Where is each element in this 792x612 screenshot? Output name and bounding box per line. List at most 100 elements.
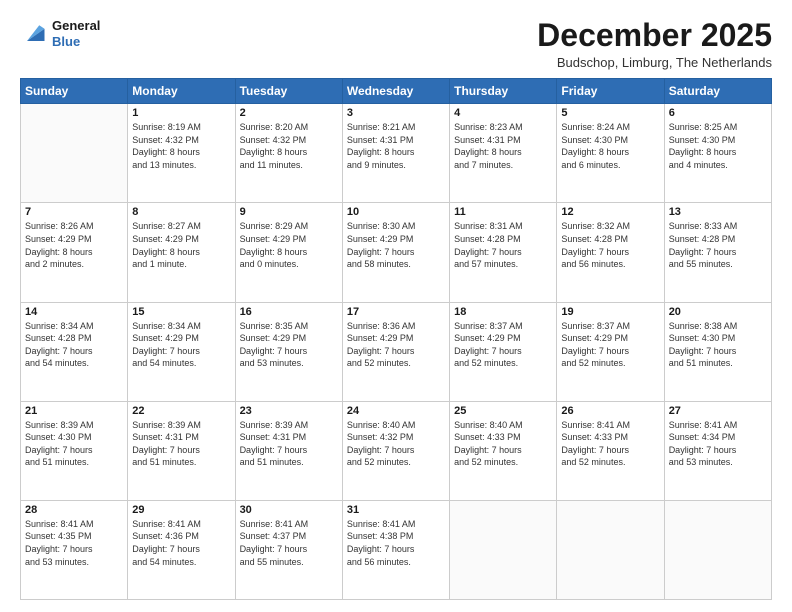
header: General Blue December 2025 Budschop, Lim… — [20, 18, 772, 70]
day-number: 22 — [132, 405, 230, 417]
calendar-cell: 31 Sunrise: 8:41 AM Sunset: 4:38 PM Dayli… — [342, 500, 449, 599]
day-number: 10 — [347, 206, 445, 218]
day-info: Sunrise: 8:41 AM Sunset: 4:35 PM Dayligh… — [25, 518, 123, 568]
calendar-cell: 28 Sunrise: 8:41 AM Sunset: 4:35 PM Dayli… — [21, 500, 128, 599]
calendar-cell: 25Sunrise: 8:40 AM Sunset: 4:33 PM Dayli… — [450, 401, 557, 500]
day-number: 23 — [240, 405, 338, 417]
header-wednesday: Wednesday — [342, 79, 449, 104]
calendar-cell: 17Sunrise: 8:36 AM Sunset: 4:29 PM Dayli… — [342, 302, 449, 401]
day-info: Sunrise: 8:37 AM Sunset: 4:29 PM Dayligh… — [561, 320, 659, 370]
day-number: 20 — [669, 306, 767, 318]
calendar-week-row: 1 Sunrise: 8:19 AM Sunset: 4:32 PM Daylig… — [21, 104, 772, 203]
month-title: December 2025 — [537, 18, 772, 53]
day-number: 2 — [240, 107, 338, 119]
day-number: 27 — [669, 405, 767, 417]
day-info: Sunrise: 8:41 AM Sunset: 4:38 PM Dayligh… — [347, 518, 445, 568]
day-info: Sunrise: 8:31 AM Sunset: 4:28 PM Dayligh… — [454, 220, 552, 270]
day-info: Sunrise: 8:30 AM Sunset: 4:29 PM Dayligh… — [347, 220, 445, 270]
calendar-cell: 4 Sunrise: 8:23 AM Sunset: 4:31 PM Daylig… — [450, 104, 557, 203]
calendar-cell: 14Sunrise: 8:34 AM Sunset: 4:28 PM Dayli… — [21, 302, 128, 401]
day-info: Sunrise: 8:37 AM Sunset: 4:29 PM Dayligh… — [454, 320, 552, 370]
day-number: 3 — [347, 107, 445, 119]
calendar-cell: 24Sunrise: 8:40 AM Sunset: 4:32 PM Dayli… — [342, 401, 449, 500]
calendar-week-row: 28 Sunrise: 8:41 AM Sunset: 4:35 PM Dayli… — [21, 500, 772, 599]
day-number: 16 — [240, 306, 338, 318]
calendar-cell: 9 Sunrise: 8:29 AM Sunset: 4:29 PM Daylig… — [235, 203, 342, 302]
day-number: 29 — [132, 504, 230, 516]
calendar-cell: 20 Sunrise: 8:38 AM Sunset: 4:30 PM Dayli… — [664, 302, 771, 401]
logo-line2: Blue — [52, 34, 100, 50]
day-number: 28 — [25, 504, 123, 516]
calendar-cell: 29Sunrise: 8:41 AM Sunset: 4:36 PM Dayli… — [128, 500, 235, 599]
day-number: 1 — [132, 107, 230, 119]
day-info: Sunrise: 8:41 AM Sunset: 4:37 PM Dayligh… — [240, 518, 338, 568]
calendar-cell: 6Sunrise: 8:25 AM Sunset: 4:30 PM Daylig… — [664, 104, 771, 203]
calendar-cell — [557, 500, 664, 599]
day-info: Sunrise: 8:36 AM Sunset: 4:29 PM Dayligh… — [347, 320, 445, 370]
day-info: Sunrise: 8:33 AM Sunset: 4:28 PM Dayligh… — [669, 220, 767, 270]
header-sunday: Sunday — [21, 79, 128, 104]
day-info: Sunrise: 8:35 AM Sunset: 4:29 PM Dayligh… — [240, 320, 338, 370]
calendar-week-row: 21 Sunrise: 8:39 AM Sunset: 4:30 PM Dayli… — [21, 401, 772, 500]
day-info: Sunrise: 8:23 AM Sunset: 4:31 PM Dayligh… — [454, 121, 552, 171]
day-info: Sunrise: 8:21 AM Sunset: 4:31 PM Dayligh… — [347, 121, 445, 171]
day-number: 13 — [669, 206, 767, 218]
calendar-cell: 3 Sunrise: 8:21 AM Sunset: 4:31 PM Daylig… — [342, 104, 449, 203]
day-number: 12 — [561, 206, 659, 218]
logo-icon — [20, 20, 48, 48]
day-number: 30 — [240, 504, 338, 516]
day-info: Sunrise: 8:32 AM Sunset: 4:28 PM Dayligh… — [561, 220, 659, 270]
calendar-cell: 27 Sunrise: 8:41 AM Sunset: 4:34 PM Dayli… — [664, 401, 771, 500]
day-info: Sunrise: 8:26 AM Sunset: 4:29 PM Dayligh… — [25, 220, 123, 270]
calendar-cell: 21 Sunrise: 8:39 AM Sunset: 4:30 PM Dayli… — [21, 401, 128, 500]
subtitle: Budschop, Limburg, The Netherlands — [537, 55, 772, 70]
calendar-cell: 18 Sunrise: 8:37 AM Sunset: 4:29 PM Dayli… — [450, 302, 557, 401]
day-info: Sunrise: 8:27 AM Sunset: 4:29 PM Dayligh… — [132, 220, 230, 270]
day-info: Sunrise: 8:39 AM Sunset: 4:31 PM Dayligh… — [132, 419, 230, 469]
calendar-cell: 10 Sunrise: 8:30 AM Sunset: 4:29 PM Dayli… — [342, 203, 449, 302]
day-info: Sunrise: 8:34 AM Sunset: 4:29 PM Dayligh… — [132, 320, 230, 370]
calendar-week-row: 14Sunrise: 8:34 AM Sunset: 4:28 PM Dayli… — [21, 302, 772, 401]
day-info: Sunrise: 8:39 AM Sunset: 4:30 PM Dayligh… — [25, 419, 123, 469]
calendar-header-row: SundayMondayTuesdayWednesdayThursdayFrid… — [21, 79, 772, 104]
day-number: 14 — [25, 306, 123, 318]
day-number: 24 — [347, 405, 445, 417]
logo: General Blue — [20, 18, 100, 49]
logo-text: General Blue — [52, 18, 100, 49]
calendar-cell: 15 Sunrise: 8:34 AM Sunset: 4:29 PM Dayli… — [128, 302, 235, 401]
calendar-cell: 11 Sunrise: 8:31 AM Sunset: 4:28 PM Dayli… — [450, 203, 557, 302]
day-number: 15 — [132, 306, 230, 318]
header-tuesday: Tuesday — [235, 79, 342, 104]
header-monday: Monday — [128, 79, 235, 104]
calendar-cell: 7Sunrise: 8:26 AM Sunset: 4:29 PM Daylig… — [21, 203, 128, 302]
page: General Blue December 2025 Budschop, Lim… — [0, 0, 792, 612]
calendar-cell — [664, 500, 771, 599]
day-number: 25 — [454, 405, 552, 417]
day-number: 18 — [454, 306, 552, 318]
calendar-cell: 22 Sunrise: 8:39 AM Sunset: 4:31 PM Dayli… — [128, 401, 235, 500]
calendar-cell: 23 Sunrise: 8:39 AM Sunset: 4:31 PM Dayli… — [235, 401, 342, 500]
calendar-cell: 13 Sunrise: 8:33 AM Sunset: 4:28 PM Dayli… — [664, 203, 771, 302]
header-friday: Friday — [557, 79, 664, 104]
calendar-cell: 12 Sunrise: 8:32 AM Sunset: 4:28 PM Dayli… — [557, 203, 664, 302]
day-info: Sunrise: 8:39 AM Sunset: 4:31 PM Dayligh… — [240, 419, 338, 469]
day-number: 9 — [240, 206, 338, 218]
calendar-table: SundayMondayTuesdayWednesdayThursdayFrid… — [20, 78, 772, 600]
day-number: 8 — [132, 206, 230, 218]
day-info: Sunrise: 8:19 AM Sunset: 4:32 PM Dayligh… — [132, 121, 230, 171]
day-info: Sunrise: 8:41 AM Sunset: 4:34 PM Dayligh… — [669, 419, 767, 469]
day-number: 31 — [347, 504, 445, 516]
day-info: Sunrise: 8:25 AM Sunset: 4:30 PM Dayligh… — [669, 121, 767, 171]
day-info: Sunrise: 8:29 AM Sunset: 4:29 PM Dayligh… — [240, 220, 338, 270]
calendar-cell: 1 Sunrise: 8:19 AM Sunset: 4:32 PM Daylig… — [128, 104, 235, 203]
day-number: 11 — [454, 206, 552, 218]
calendar-week-row: 7Sunrise: 8:26 AM Sunset: 4:29 PM Daylig… — [21, 203, 772, 302]
logo-line1: General — [52, 18, 100, 34]
day-info: Sunrise: 8:38 AM Sunset: 4:30 PM Dayligh… — [669, 320, 767, 370]
day-number: 21 — [25, 405, 123, 417]
calendar-cell: 16 Sunrise: 8:35 AM Sunset: 4:29 PM Dayli… — [235, 302, 342, 401]
header-thursday: Thursday — [450, 79, 557, 104]
day-number: 26 — [561, 405, 659, 417]
day-number: 4 — [454, 107, 552, 119]
calendar-cell: 8 Sunrise: 8:27 AM Sunset: 4:29 PM Daylig… — [128, 203, 235, 302]
